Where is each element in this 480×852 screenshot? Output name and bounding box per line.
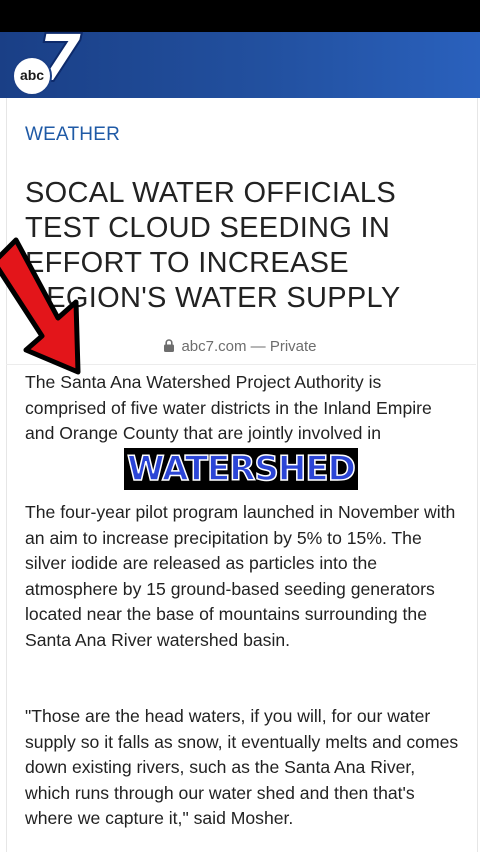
logo-abc-text: abc xyxy=(19,67,45,83)
video-caption-overlay: WATERSHED xyxy=(124,448,358,490)
article-paragraph: "Those are the head waters, if you will,… xyxy=(25,706,459,829)
article-category[interactable]: WEATHER xyxy=(25,124,120,146)
red-arrow-icon xyxy=(0,237,81,375)
site-header: 7 abc xyxy=(0,25,480,98)
abc7-logo[interactable]: 7 abc xyxy=(10,25,86,96)
source-privacy: Private xyxy=(269,338,317,355)
caption-text: WATERSHED xyxy=(126,448,356,490)
lock-icon xyxy=(164,339,175,352)
source-separator: — xyxy=(250,338,266,355)
article-paragraph: The Santa Ana Watershed Project Authorit… xyxy=(25,372,432,444)
article-paragraph: The four-year pilot program launched in … xyxy=(25,502,456,650)
source-domain[interactable]: abc7.com xyxy=(181,338,246,355)
